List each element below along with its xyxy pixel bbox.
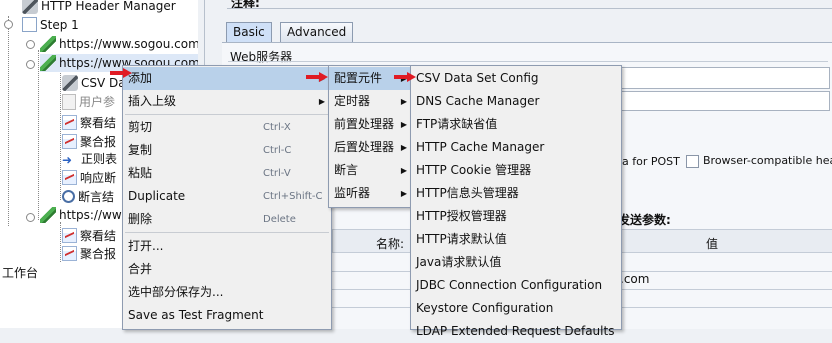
pipette-icon: [40, 35, 56, 52]
shortcut-label: Ctrl-X: [263, 122, 291, 133]
browser-compatible-checkbox[interactable]: [686, 154, 699, 168]
menu-item-csv-data-set-config[interactable]: CSV Data Set Config: [411, 67, 621, 90]
tab-advanced[interactable]: Advanced: [280, 22, 354, 42]
menu-item-copy[interactable]: 复制 Ctrl-C: [123, 139, 331, 162]
divider: [228, 61, 828, 62]
menu-item-add[interactable]: 添加▶: [123, 67, 331, 90]
menu-item-insert-parent[interactable]: 插入上级 ▶: [123, 90, 331, 113]
config-element-submenu: CSV Data Set Config DNS Cache Manager FT…: [410, 65, 622, 338]
menu-item-save-fragment[interactable]: Save as Test Fragment: [123, 304, 331, 327]
tree-item[interactable]: 断言结: [62, 188, 114, 206]
shortcut-label: Ctrl-C: [263, 145, 292, 156]
menu-item-dns-cache-manager[interactable]: DNS Cache Manager: [411, 90, 621, 113]
tree-item[interactable]: HTTP Header Manager: [22, 0, 176, 15]
menu-item-ldap-extended-defaults[interactable]: LDAP Extended Request Defaults: [411, 320, 621, 343]
web-server-label: Web服务器: [230, 50, 293, 64]
chart-icon: [62, 228, 77, 243]
menu-item-cut[interactable]: 剪切 Ctrl-X: [123, 116, 331, 139]
menu-item-http-cookie-manager[interactable]: HTTP Cookie 管理器: [411, 159, 621, 182]
menu-separator: [125, 114, 329, 115]
wrench-icon: [62, 74, 78, 91]
domain-fragment: .com: [620, 272, 650, 286]
comments-label: 注释:: [231, 0, 260, 10]
tree-item[interactable]: 察看结: [62, 114, 116, 132]
pipette-icon: [40, 54, 56, 71]
expand-toggle-icon[interactable]: [26, 60, 35, 69]
shortcut-label: Ctrl-V: [263, 168, 291, 179]
tree-item[interactable]: https://www.sogou.com/: [40, 35, 198, 53]
chart-icon: [62, 170, 77, 185]
annotation-arrow-icon: [394, 72, 416, 82]
menu-item-assertion[interactable]: 断言 ▶: [329, 159, 413, 182]
send-params-label: 发送参数:: [618, 213, 671, 227]
tree-item[interactable]: 响应断: [62, 169, 116, 187]
menu-item-save-selection[interactable]: 选中部分保存为...: [123, 281, 331, 304]
submenu-arrow-icon: ▶: [400, 166, 407, 175]
workbench-item[interactable]: 工作台: [2, 264, 38, 281]
submenu-arrow-icon: ▶: [400, 143, 407, 152]
menu-item-ftp-defaults[interactable]: FTP请求缺省值: [411, 113, 621, 136]
menu-item-timer[interactable]: 定时器 ▶: [329, 90, 413, 113]
menu-item-java-request-defaults[interactable]: Java请求默认值: [411, 251, 621, 274]
menu-item-http-request-defaults[interactable]: HTTP请求默认值: [411, 228, 621, 251]
expand-toggle-icon[interactable]: [26, 40, 35, 49]
tree-item[interactable]: Step 1: [22, 16, 79, 34]
browser-compatible-option[interactable]: Browser-compatible header: [686, 154, 832, 168]
submenu-arrow-icon: ▶: [400, 97, 407, 106]
menu-item-http-header-manager[interactable]: HTTP信息头管理器: [411, 182, 621, 205]
menu-item-http-cache-manager[interactable]: HTTP Cache Manager: [411, 136, 621, 159]
menu-item-postprocessor[interactable]: 后置处理器 ▶: [329, 136, 413, 159]
menu-item-delete[interactable]: 删除 Delete: [123, 208, 331, 231]
wrench-icon: [22, 0, 38, 14]
annotation-arrow-icon: [110, 68, 132, 78]
shortcut-label: Ctrl+Shift-C: [263, 191, 323, 202]
shortcut-label: Delete: [263, 214, 296, 225]
server-name-field[interactable]: [612, 67, 830, 89]
menu-item-preprocessor[interactable]: 前置处理器 ▶: [329, 113, 413, 136]
tree-item[interactable]: 察看结: [62, 227, 116, 245]
context-menu: 添加▶ 插入上级▶ 剪切Ctrl-X 复制Ctrl-C 粘贴Ctrl-V Dup…: [122, 65, 332, 330]
submenu-arrow-icon: ▶: [400, 189, 407, 198]
tree-item[interactable]: 聚合报: [62, 245, 116, 263]
magnifier-icon: [62, 190, 75, 203]
column-value-header: 值: [706, 237, 719, 251]
tab-basic[interactable]: Basic: [226, 22, 272, 42]
chart-icon: [62, 246, 77, 261]
document-icon: [62, 93, 76, 110]
submenu-arrow-icon: ▶: [400, 120, 407, 129]
chart-icon: [62, 134, 77, 149]
submenu-arrow-icon: ▶: [318, 97, 325, 106]
add-submenu: 配置元件▶ 定时器▶ 前置处理器▶ 后置处理器▶ 断言▶ 监听器▶: [328, 65, 414, 208]
tree-item[interactable]: https://www: [40, 206, 131, 224]
column-name-header: 名称:: [376, 237, 405, 251]
tree-item[interactable]: 用户参: [62, 93, 115, 111]
annotation-arrow-icon: [306, 72, 328, 82]
menu-item-open[interactable]: 打开...: [123, 235, 331, 258]
arrow-right-icon: ➜: [62, 152, 73, 167]
menu-item-duplicate[interactable]: Duplicate Ctrl+Shift-C: [123, 185, 331, 208]
menu-item-listener[interactable]: 监听器 ▶: [329, 182, 413, 205]
pipette-icon: [40, 206, 56, 223]
thread-group-icon: [22, 17, 37, 32]
expand-toggle-icon[interactable]: [4, 20, 13, 29]
menu-item-http-auth-manager[interactable]: HTTP授权管理器: [411, 205, 621, 228]
menu-item-merge[interactable]: 合并: [123, 258, 331, 281]
menu-separator: [125, 232, 329, 233]
tree-item[interactable]: 聚合报: [62, 133, 116, 151]
menu-item-keystore-config[interactable]: Keystore Configuration: [411, 297, 621, 320]
divider: [227, 8, 832, 9]
chart-icon: [62, 115, 77, 130]
menu-item-paste[interactable]: 粘贴 Ctrl-V: [123, 162, 331, 185]
expand-toggle-icon[interactable]: [26, 213, 35, 222]
menu-item-jdbc-connection-config[interactable]: JDBC Connection Configuration: [411, 274, 621, 297]
tree-item[interactable]: ➜ 正则表: [62, 150, 117, 168]
path-field[interactable]: [612, 91, 830, 111]
post-option-label: a for POST: [622, 155, 680, 168]
